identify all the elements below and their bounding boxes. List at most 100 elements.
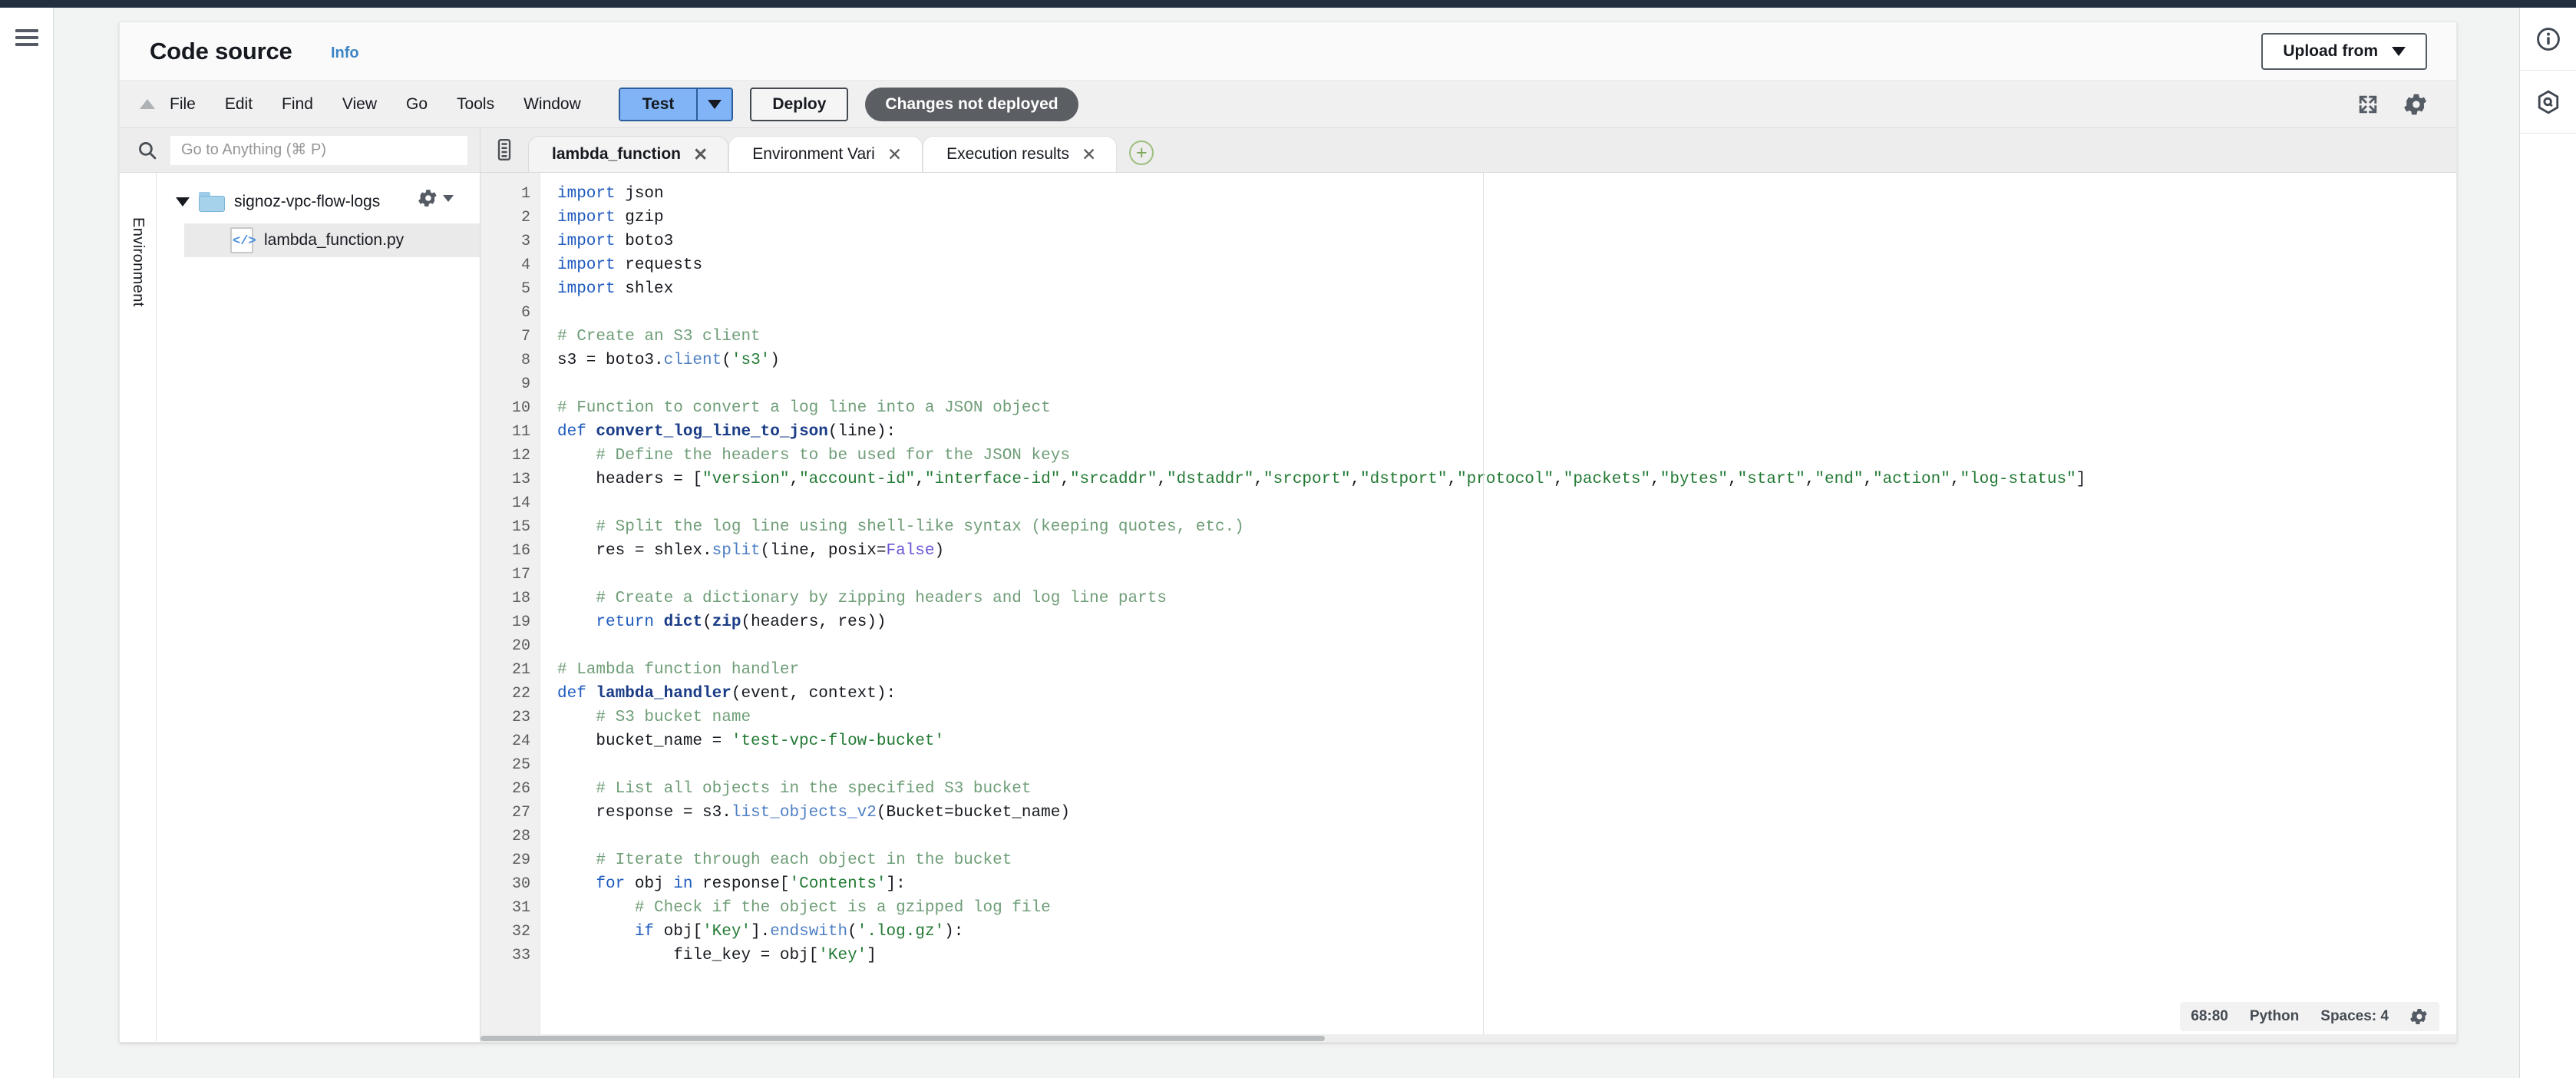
- page-title: Code source: [150, 38, 292, 64]
- app-root: Code source Info Upload from File Edit F…: [0, 0, 2576, 1078]
- tab-lambda-function[interactable]: lambda_function ✕: [528, 136, 729, 172]
- sidebar-tab-environment[interactable]: Environment: [120, 173, 157, 1041]
- line-number: 7: [520, 328, 530, 346]
- search-bar: [120, 128, 480, 173]
- line-number: 2: [520, 209, 530, 227]
- code-line: # Iterate through each object in the buc…: [596, 851, 1012, 869]
- code-line: def convert_log_line_to_json(line):: [557, 423, 897, 441]
- menu-edit[interactable]: Edit: [210, 81, 267, 128]
- line-number: 10: [511, 399, 530, 417]
- line-number: 25: [511, 756, 530, 774]
- line-number: 8: [520, 352, 530, 369]
- code-line: headers = ["version","account-id","inter…: [557, 471, 2086, 488]
- search-input[interactable]: [170, 135, 467, 165]
- line-number: 6: [520, 304, 530, 322]
- editor-column: lambda_function ✕ Environment Vari ✕ Exe…: [481, 128, 2456, 1042]
- scrollbar-thumb[interactable]: [481, 1036, 1325, 1041]
- line-number: 31: [511, 899, 530, 917]
- left-rail: [0, 8, 54, 1078]
- tabs-list-icon[interactable]: [481, 127, 528, 172]
- horizontal-scrollbar[interactable]: [481, 1034, 2456, 1042]
- line-number: 28: [511, 828, 530, 845]
- hamburger-bar: [15, 43, 38, 46]
- tab-environment-variables[interactable]: Environment Vari ✕: [728, 136, 923, 172]
- editor-body: Environment signoz-vpc-flow-logs: [120, 128, 2456, 1042]
- menu-window[interactable]: Window: [509, 81, 596, 128]
- code-line: import json: [557, 185, 664, 203]
- close-icon[interactable]: ✕: [887, 145, 902, 164]
- line-number-gutter: 1 2 3 4 5 6 7 8 9 10 11 12 13 14 15 16 17 18 19 20 21 22 23 24 2…: [481, 173, 540, 1042]
- language-mode[interactable]: Python: [2250, 1008, 2299, 1025]
- tab-execution-results[interactable]: Execution results ✕: [923, 136, 1118, 172]
- deploy-button[interactable]: Deploy: [750, 87, 849, 121]
- close-icon[interactable]: ✕: [693, 145, 708, 164]
- menu-file[interactable]: File: [155, 81, 210, 128]
- line-number: 21: [511, 661, 530, 679]
- line-number: 1: [520, 185, 530, 203]
- test-dropdown-button[interactable]: [698, 88, 732, 120]
- code-scroll[interactable]: import json import gzip import boto3 import…: [540, 173, 2456, 1042]
- code-assistant-button[interactable]: [2520, 71, 2576, 134]
- line-number: 20: [511, 637, 530, 655]
- upload-from-label: Upload from: [2283, 42, 2378, 60]
- code-line: file_key = obj['Key']: [557, 947, 877, 964]
- print-margin-ruler: [1483, 173, 1484, 1042]
- info-link[interactable]: Info: [331, 45, 359, 62]
- close-icon[interactable]: ✕: [1082, 145, 1096, 164]
- gear-icon[interactable]: [2410, 1007, 2429, 1026]
- code-line: s3 = boto3.client('s3'): [557, 352, 780, 369]
- test-button[interactable]: Test: [619, 88, 698, 120]
- code-line: # Define the headers to be used for the …: [596, 447, 1070, 465]
- line-number: 15: [511, 518, 530, 536]
- right-rail: [2519, 8, 2576, 1078]
- upload-from-button[interactable]: Upload from: [2261, 33, 2427, 70]
- info-panel-button[interactable]: [2520, 8, 2576, 71]
- line-number: 4: [520, 256, 530, 274]
- line-number: 30: [511, 875, 530, 893]
- line-number: 23: [511, 709, 530, 726]
- tree-file-row[interactable]: </> lambda_function.py: [184, 223, 480, 257]
- line-number: 26: [511, 780, 530, 798]
- status-badge: Changes not deployed: [865, 87, 1078, 121]
- sidebar-tab-label: Environment: [130, 217, 147, 307]
- code-line: # Check if the object is a gzipped log f…: [634, 899, 1051, 917]
- collapse-triangle-icon[interactable]: [140, 99, 155, 109]
- editor-tab-strip: lambda_function ✕ Environment Vari ✕ Exe…: [481, 128, 2456, 173]
- plus-icon[interactable]: +: [1129, 141, 1154, 165]
- code-line: # Create a dictionary by zipping headers…: [596, 590, 1167, 607]
- hamburger-bar: [15, 29, 38, 32]
- chevron-down-icon: [2392, 47, 2406, 56]
- line-number: 9: [520, 375, 530, 393]
- cursor-position[interactable]: 68:80: [2191, 1008, 2228, 1025]
- menu-find[interactable]: Find: [267, 81, 328, 128]
- indent-setting[interactable]: Spaces: 4: [2320, 1008, 2389, 1025]
- file-tree: signoz-vpc-flow-logs </> lambda_function…: [157, 173, 480, 1041]
- code-line: import shlex: [557, 280, 674, 298]
- code-line: # Lambda function handler: [557, 661, 800, 679]
- menu-view[interactable]: View: [328, 81, 391, 128]
- code-editor-text[interactable]: import json import gzip import boto3 import…: [540, 173, 2456, 967]
- menu-go[interactable]: Go: [391, 81, 442, 128]
- code-line: # Split the log line using shell-like sy…: [596, 518, 1244, 536]
- line-number: 32: [511, 923, 530, 941]
- code-line: response = s3.list_objects_v2(Bucket=buc…: [557, 804, 1070, 822]
- hexagon-q-icon: [2535, 89, 2561, 115]
- expand-icon[interactable]: [2356, 93, 2379, 116]
- chevron-down-icon[interactable]: [176, 197, 190, 207]
- test-button-group[interactable]: Test: [618, 87, 734, 121]
- menu-tools[interactable]: Tools: [442, 81, 509, 128]
- gear-icon[interactable]: [2404, 92, 2429, 117]
- code-line: def lambda_handler(event, context):: [557, 685, 897, 703]
- line-number: 29: [511, 851, 530, 869]
- folder-settings-button[interactable]: [418, 188, 454, 208]
- line-number: 13: [511, 471, 530, 488]
- tab-label: Execution results: [946, 145, 1070, 163]
- code-line: # Function to convert a log line into a …: [557, 399, 1051, 417]
- search-icon[interactable]: [137, 140, 158, 161]
- hamburger-menu-icon[interactable]: [15, 29, 38, 46]
- folder-icon: [199, 192, 225, 212]
